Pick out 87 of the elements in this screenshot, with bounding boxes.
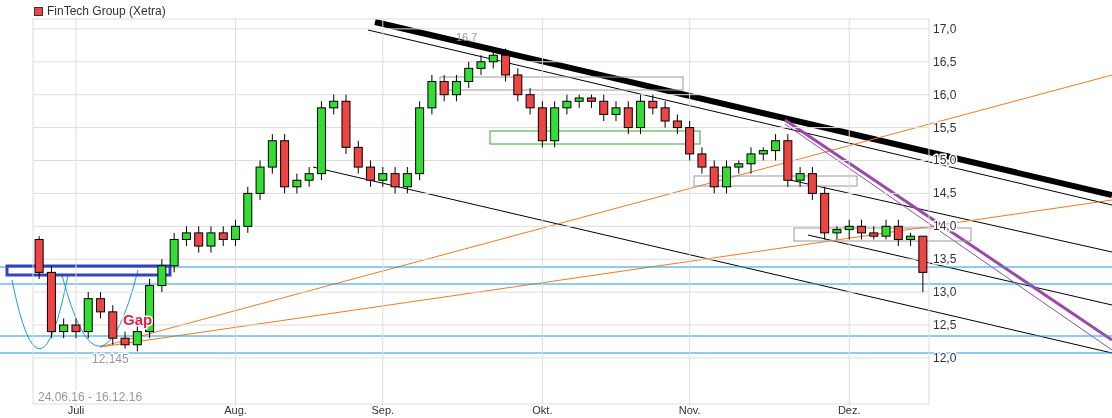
candlestick xyxy=(157,258,167,293)
x-tick-label: Okt. xyxy=(532,404,553,416)
candlestick xyxy=(280,133,290,194)
candlestick xyxy=(783,133,793,188)
candlestick xyxy=(218,225,228,247)
candlestick xyxy=(329,94,339,115)
candlestick xyxy=(771,133,781,161)
x-tick-label: Dez. xyxy=(837,404,861,416)
y-tick-label: 17,0 xyxy=(933,21,957,36)
y-tick-label: 14,5 xyxy=(933,186,957,201)
candlestick xyxy=(648,94,658,115)
candlestick xyxy=(857,219,866,240)
candlestick xyxy=(697,146,707,175)
candlestick xyxy=(623,100,633,135)
candlestick xyxy=(685,120,695,161)
candlestick xyxy=(599,94,609,122)
candlestick xyxy=(59,317,69,339)
candlestick xyxy=(181,225,191,247)
candlestick xyxy=(255,160,265,201)
y-tick-label: 16,0 xyxy=(933,87,957,102)
candlestick xyxy=(34,235,44,280)
candlestick xyxy=(537,100,547,148)
candlestick xyxy=(304,166,314,188)
y-tick-label: 13,5 xyxy=(933,252,957,267)
y-tick-label: 15,5 xyxy=(933,120,957,135)
date-range-label: 24.06.16 - 16.12.16 xyxy=(38,390,143,404)
candlestick xyxy=(439,74,449,102)
candlestick xyxy=(525,87,535,115)
candlestick xyxy=(611,100,621,122)
candlestick xyxy=(341,94,351,155)
candlestick xyxy=(734,160,744,175)
candlestick xyxy=(672,113,682,135)
candlestick xyxy=(906,232,916,247)
legend-label: FinTech Group (Xetra) xyxy=(47,3,166,20)
candlestick xyxy=(169,232,179,273)
candlestick xyxy=(709,160,719,194)
candlestick xyxy=(378,166,388,188)
candlestick xyxy=(292,173,302,194)
candlestick xyxy=(636,94,646,135)
candlestick xyxy=(550,100,560,148)
candlestick xyxy=(243,186,253,234)
price-label: 12,145 xyxy=(92,352,129,366)
candlestick xyxy=(807,166,817,201)
candlestick xyxy=(513,67,523,102)
y-tick-label: 16,5 xyxy=(933,54,957,69)
candlestick xyxy=(108,304,118,346)
candlestick xyxy=(746,146,756,175)
x-tick-label: Aug. xyxy=(224,404,247,416)
candlestick xyxy=(476,54,486,76)
candlestick xyxy=(83,291,93,339)
candlestick xyxy=(758,146,768,161)
y-tick-label: 12,0 xyxy=(933,350,957,365)
candlestick xyxy=(832,225,842,240)
candlestick xyxy=(795,166,805,188)
price-label: 16,7 xyxy=(456,31,478,43)
legend-swatch xyxy=(34,6,43,16)
candlestick xyxy=(660,100,670,129)
candlestick xyxy=(71,317,81,339)
candlestick xyxy=(427,74,437,115)
candlestick xyxy=(574,94,584,109)
candlestick xyxy=(206,225,216,254)
candlestick xyxy=(562,94,572,115)
candlestick xyxy=(120,331,130,349)
y-tick-label: 13,0 xyxy=(933,285,957,300)
candlestick xyxy=(451,74,461,102)
candlestick xyxy=(402,166,412,194)
candlestick xyxy=(869,225,879,240)
candlestick xyxy=(464,61,474,89)
candlestick xyxy=(893,219,903,247)
x-tick-label: Nov. xyxy=(678,404,701,416)
candlestick xyxy=(820,186,830,240)
candlestick xyxy=(231,219,240,247)
candlestick xyxy=(366,160,376,188)
candlestick xyxy=(194,225,204,254)
candlestick xyxy=(501,48,511,82)
x-tick-label: Juli xyxy=(67,404,85,416)
candlestick xyxy=(267,133,277,175)
y-tick-label: 12,5 xyxy=(933,318,957,333)
candlestick xyxy=(353,140,363,175)
candlestick xyxy=(586,94,596,109)
candlestick xyxy=(881,219,891,240)
candlestick xyxy=(844,219,854,240)
candlestick xyxy=(722,160,731,194)
candlestick xyxy=(96,291,105,319)
x-tick-label: Sep. xyxy=(371,404,395,416)
candlestick xyxy=(390,166,400,194)
candlestick xyxy=(918,235,928,293)
